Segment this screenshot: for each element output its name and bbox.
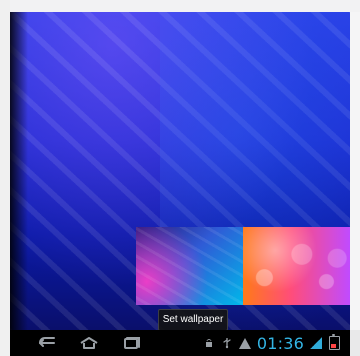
system-navigation-bar: 01:36 <box>10 330 350 356</box>
battery-icon <box>328 334 340 350</box>
clock-time: 01:36 <box>256 333 304 353</box>
usb-icon <box>221 337 233 349</box>
wallpaper-thumbnails[interactable] <box>136 227 350 305</box>
status-icons: 01:36 <box>203 330 340 356</box>
signal-icon <box>310 337 322 349</box>
recent-apps-button[interactable] <box>114 330 148 356</box>
right-edge <box>350 12 360 330</box>
warning-icon <box>238 337 251 349</box>
wallpaper-thumbnail[interactable] <box>243 227 350 305</box>
recent-apps-icon <box>124 337 140 349</box>
set-wallpaper-button[interactable]: Set wallpaper <box>158 309 228 331</box>
screenshot-background-left <box>0 0 10 356</box>
home-icon <box>80 337 98 349</box>
screenshot-background-top <box>0 0 360 12</box>
wallpaper-thumbnail[interactable] <box>136 227 243 305</box>
android-icon <box>203 337 215 349</box>
left-edge-shadow <box>10 12 28 330</box>
home-button[interactable] <box>72 330 106 356</box>
back-button[interactable] <box>28 330 62 356</box>
back-icon <box>39 337 55 347</box>
